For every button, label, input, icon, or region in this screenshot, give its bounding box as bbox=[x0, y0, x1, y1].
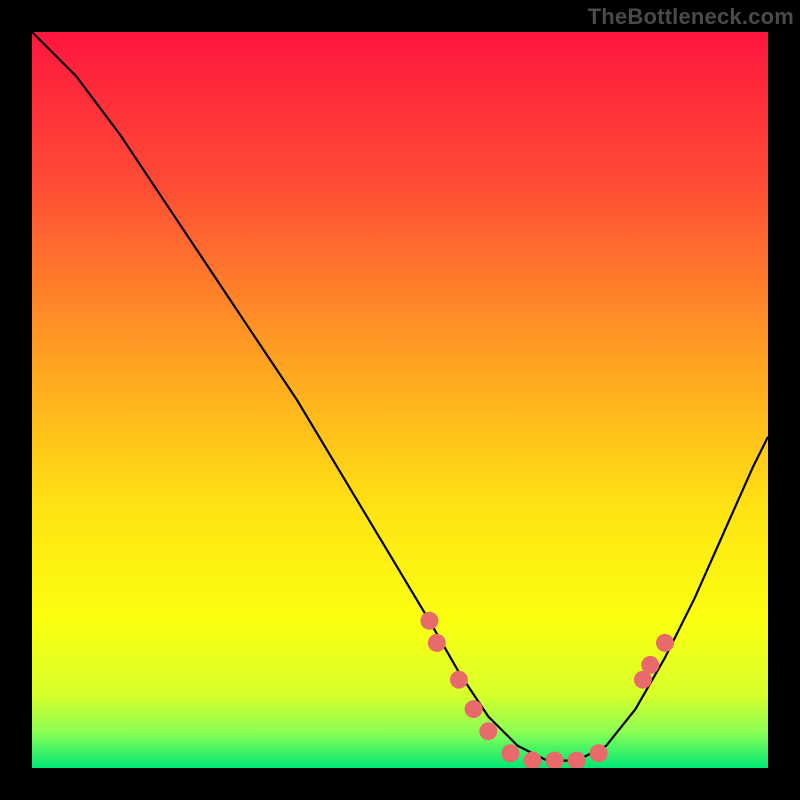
curve-marker bbox=[501, 744, 519, 762]
curve-marker bbox=[479, 722, 497, 740]
curve-marker bbox=[656, 634, 674, 652]
curve-marker bbox=[590, 744, 608, 762]
curve-marker bbox=[465, 700, 483, 718]
curve-marker bbox=[420, 612, 438, 630]
gradient-background bbox=[32, 32, 768, 768]
curve-marker bbox=[450, 671, 468, 689]
curve-marker bbox=[641, 656, 659, 674]
bottleneck-chart bbox=[32, 32, 768, 768]
chart-frame bbox=[32, 32, 768, 768]
curve-marker bbox=[428, 634, 446, 652]
watermark-text: TheBottleneck.com bbox=[588, 4, 794, 30]
